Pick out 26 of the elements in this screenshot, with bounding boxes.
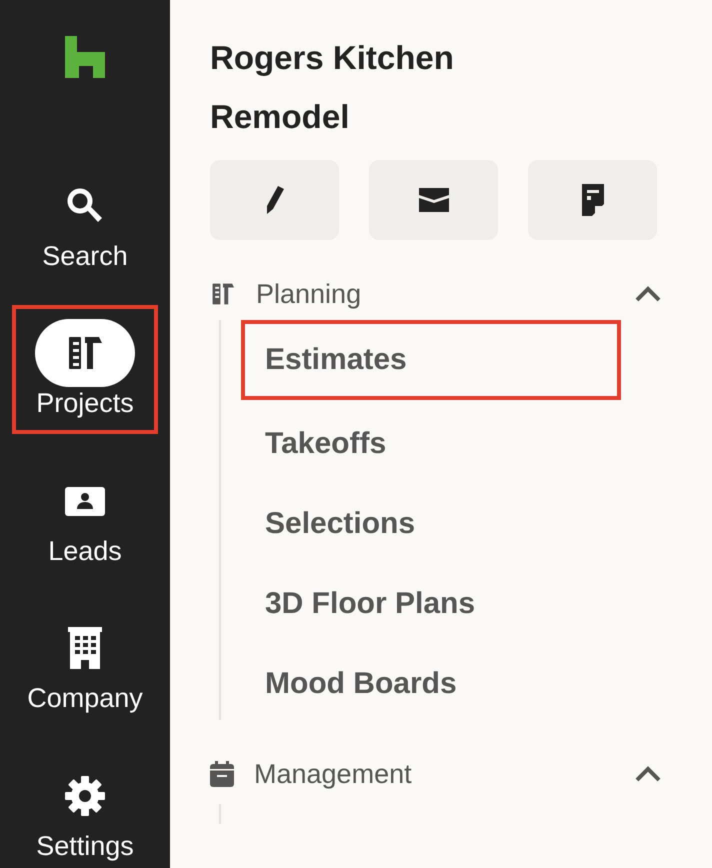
project-title: Rogers Kitchen Remodel bbox=[210, 38, 455, 137]
notes-button[interactable] bbox=[528, 160, 657, 240]
menu-item[interactable]: Takeoffs bbox=[241, 400, 621, 480]
nav-item[interactable]: Projects bbox=[12, 305, 158, 434]
message-button[interactable] bbox=[369, 160, 498, 240]
calendar-icon bbox=[210, 761, 234, 787]
menu-item[interactable]: Selections bbox=[241, 480, 621, 560]
nav-item[interactable]: Search bbox=[12, 158, 158, 286]
section-header[interactable]: Management bbox=[210, 750, 662, 798]
notes-icon bbox=[580, 184, 606, 216]
menu-item[interactable]: Estimates bbox=[241, 320, 621, 400]
contact-card-icon bbox=[65, 484, 105, 517]
pencil-icon bbox=[264, 185, 284, 215]
chevron-up-icon bbox=[634, 285, 662, 303]
tools-icon bbox=[210, 281, 236, 307]
menu-item[interactable]: 3D Floor Plans bbox=[241, 560, 621, 640]
envelope-icon bbox=[418, 188, 450, 212]
nav-item[interactable]: Settings bbox=[12, 748, 158, 868]
logo-icon bbox=[65, 36, 105, 78]
building-icon bbox=[68, 627, 102, 670]
nav-item[interactable]: Company bbox=[12, 600, 158, 729]
chevron-up-icon bbox=[634, 765, 662, 783]
gear-icon bbox=[64, 774, 106, 817]
section-header[interactable]: Planning bbox=[210, 270, 662, 318]
nav-item[interactable]: Leads bbox=[12, 452, 158, 582]
menu-item[interactable]: Mood Boards bbox=[241, 640, 621, 720]
